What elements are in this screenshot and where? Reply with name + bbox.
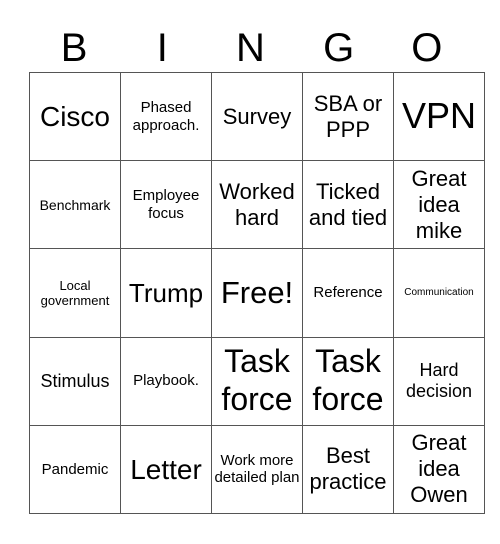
- bingo-row: Benchmark Employee focus Worked hard Ticked…: [29, 160, 485, 250]
- bingo-cell[interactable]: Local government: [29, 248, 121, 338]
- bingo-header: B I N G O: [30, 24, 471, 72]
- bingo-cell[interactable]: Work more detailed plan: [211, 424, 303, 515]
- bingo-row: Cisco Phased approach. Survey SBA or PPP VPN: [29, 71, 485, 162]
- bingo-cell[interactable]: Great idea mike: [393, 160, 485, 250]
- bingo-cell[interactable]: Pandemic: [29, 424, 121, 515]
- bingo-cell[interactable]: Trump: [120, 248, 212, 338]
- bingo-row: Local government Trump Free! Reference Commu…: [29, 248, 485, 338]
- bingo-cell[interactable]: Phased approach.: [120, 71, 212, 162]
- bingo-cell[interactable]: Letter: [120, 424, 212, 515]
- bingo-cell[interactable]: Best practice: [302, 424, 394, 515]
- header-letter: I: [156, 26, 168, 70]
- bingo-cell[interactable]: Benchmark: [29, 160, 121, 250]
- bingo-cell[interactable]: Great idea Owen: [393, 424, 485, 515]
- bingo-cell[interactable]: Task force: [302, 336, 394, 426]
- bingo-cell[interactable]: Hard decision: [393, 336, 485, 426]
- header-letter: O: [411, 26, 443, 70]
- header-letter: G: [323, 26, 355, 70]
- bingo-row: Pandemic Letter Work more detailed plan Bes…: [29, 424, 485, 515]
- bingo-grid: Cisco Phased approach. Survey SBA or PPP VPN…: [29, 71, 485, 515]
- bingo-cell[interactable]: SBA or PPP: [302, 71, 394, 162]
- bingo-cell[interactable]: Worked hard: [211, 160, 303, 250]
- bingo-cell[interactable]: VPN: [393, 71, 485, 162]
- header-letter: N: [236, 26, 265, 70]
- bingo-cell[interactable]: Survey: [211, 71, 303, 162]
- header-letter: B: [60, 26, 88, 70]
- bingo-cell[interactable]: Communication: [393, 248, 485, 338]
- bingo-cell[interactable]: Task force: [211, 336, 303, 426]
- bingo-cell[interactable]: Ticked and tied: [302, 160, 394, 250]
- bingo-cell[interactable]: Cisco: [29, 71, 121, 162]
- bingo-cell[interactable]: Playbook.: [120, 336, 212, 426]
- bingo-cell[interactable]: Employee focus: [120, 160, 212, 250]
- bingo-cell[interactable]: Free!: [211, 248, 303, 338]
- bingo-row: Stimulus Playbook. Task force Task force Har…: [29, 336, 485, 426]
- bingo-cell[interactable]: Reference: [302, 248, 394, 338]
- bingo-cell[interactable]: Stimulus: [29, 336, 121, 426]
